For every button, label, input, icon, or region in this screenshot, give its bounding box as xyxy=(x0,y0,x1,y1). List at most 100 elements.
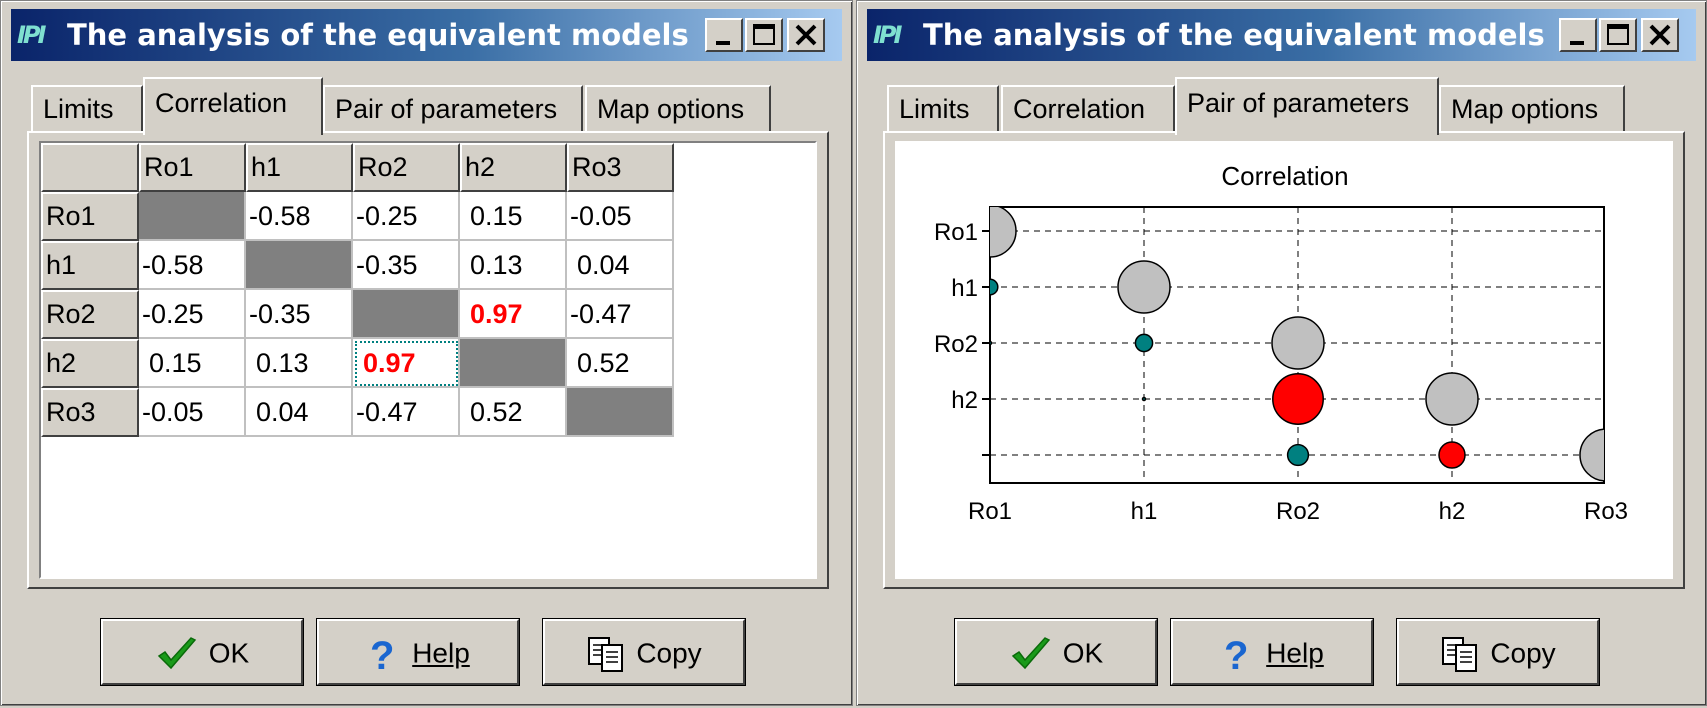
grid-cell[interactable]: -0.05 xyxy=(567,192,674,241)
column-header[interactable]: Ro2 xyxy=(353,143,460,192)
tab-pair-of-parameters[interactable]: Pair of parameters xyxy=(323,85,583,133)
tab-label: Map options xyxy=(597,94,745,124)
grid-cell[interactable]: -0.05 xyxy=(139,388,246,437)
x-tick-label: Ro1 xyxy=(968,498,1012,525)
axis-ticks: Ro1 h1 Ro2 h2 Ro3 Ro1 h1 Ro2 h2 xyxy=(934,219,1628,525)
minimize-icon xyxy=(1570,41,1584,45)
app-icon: IPI xyxy=(17,21,46,49)
tab-label: Pair of parameters xyxy=(1187,88,1410,118)
correlation-bubble xyxy=(1438,441,1466,469)
grid-cell[interactable]: 0.04 xyxy=(567,241,674,290)
maximize-icon xyxy=(1607,24,1629,45)
ok-button[interactable]: OK xyxy=(955,619,1157,685)
checkmark-icon xyxy=(157,636,196,669)
help-button[interactable]: ? Help xyxy=(1171,619,1373,685)
row-header[interactable]: Ro2 xyxy=(41,290,139,339)
diagonal-cell xyxy=(353,290,460,339)
row-header[interactable]: h1 xyxy=(41,241,139,290)
grid-cell[interactable]: 0.13 xyxy=(460,241,567,290)
grid-cell[interactable]: 0.52 xyxy=(567,339,674,388)
copy-icon xyxy=(588,636,624,672)
question-mark-icon: ? xyxy=(370,634,394,675)
maximize-button[interactable] xyxy=(1599,18,1637,52)
correlation-bubble xyxy=(1271,316,1325,370)
tab-label: Correlation xyxy=(1013,94,1146,124)
tab-label: Correlation xyxy=(155,88,288,118)
column-header[interactable]: h2 xyxy=(460,143,567,192)
row-header[interactable]: Ro1 xyxy=(41,192,139,241)
minimize-button[interactable] xyxy=(1559,18,1597,52)
close-button[interactable] xyxy=(787,18,825,52)
grid-cell[interactable]: 0.04 xyxy=(246,388,353,437)
tab-limits[interactable]: Limits xyxy=(887,85,999,133)
grid-cell[interactable]: -0.58 xyxy=(139,241,246,290)
checkmark-icon xyxy=(1011,636,1050,669)
column-header[interactable]: h1 xyxy=(246,143,353,192)
row-header[interactable]: h2 xyxy=(41,339,139,388)
title-bar[interactable]: IPI The analysis of the equivalent model… xyxy=(11,9,842,61)
grid-cell[interactable]: 0.15 xyxy=(460,192,567,241)
tab-label: Limits xyxy=(899,94,970,124)
help-button[interactable]: ? Help xyxy=(317,619,519,685)
grid-cell[interactable]: 0.15 xyxy=(139,339,246,388)
help-label: Help xyxy=(412,637,470,669)
correlation-grid[interactable]: Ro1 h1 Ro2 h2 Ro3 Ro1 -0.58 -0.25 0.15 -… xyxy=(39,141,817,579)
tab-correlation[interactable]: Correlation xyxy=(143,77,323,135)
copy-button[interactable]: Copy xyxy=(543,619,745,685)
row-header[interactable]: Ro3 xyxy=(41,388,139,437)
tab-limits[interactable]: Limits xyxy=(31,85,143,133)
tab-panel: Correlation Ro1 h1 Ro2 h2 Ro3 Ro1 h1 Ro2 h2 xyxy=(883,131,1685,589)
ok-label: OK xyxy=(208,637,250,669)
x-tick-label: h2 xyxy=(1439,498,1466,525)
maximize-button[interactable] xyxy=(745,18,783,52)
grid-cell[interactable]: -0.25 xyxy=(139,290,246,339)
ok-button[interactable]: OK xyxy=(101,619,303,685)
correlation-bubble xyxy=(1272,373,1324,425)
minimize-button[interactable] xyxy=(705,18,743,52)
copy-button[interactable]: Copy xyxy=(1397,619,1599,685)
x-tick-label: Ro2 xyxy=(1276,498,1320,525)
grid-cell[interactable]: -0.47 xyxy=(353,388,460,437)
tab-map-options[interactable]: Map options xyxy=(1439,85,1625,133)
help-label: Help xyxy=(1266,637,1324,669)
grid-cell[interactable]: 0.13 xyxy=(246,339,353,388)
grid-cell[interactable]: 0.52 xyxy=(460,388,567,437)
tab-correlation[interactable]: Correlation xyxy=(1001,85,1175,133)
question-mark-icon: ? xyxy=(1224,634,1248,675)
copy-label: Copy xyxy=(1490,637,1556,669)
title-bar[interactable]: IPI The analysis of the equivalent model… xyxy=(867,9,1696,61)
y-tick-label: h1 xyxy=(951,275,978,302)
grid-cell[interactable]: -0.35 xyxy=(246,290,353,339)
column-header[interactable]: Ro1 xyxy=(139,143,246,192)
close-button[interactable] xyxy=(1641,18,1679,52)
copy-label: Copy xyxy=(636,637,702,669)
grid-cell-highlighted[interactable]: 0.97 xyxy=(460,290,567,339)
svg-text:?: ? xyxy=(1224,634,1248,675)
window-title: The analysis of the equivalent models xyxy=(923,18,1545,52)
y-tick-label: Ro1 xyxy=(934,219,978,246)
grid-cell[interactable]: -0.35 xyxy=(353,241,460,290)
app-icon: IPI xyxy=(873,21,902,49)
tab-map-options[interactable]: Map options xyxy=(585,85,771,133)
correlation-chart: Correlation Ro1 h1 Ro2 h2 Ro3 Ro1 h1 Ro2 h2 xyxy=(934,161,1628,525)
correlation-bubble xyxy=(1425,372,1479,426)
correlation-bubble xyxy=(1117,260,1171,314)
column-header[interactable]: Ro3 xyxy=(567,143,674,192)
grid-corner xyxy=(41,143,139,192)
copy-icon xyxy=(1442,636,1478,672)
correlation-bubble xyxy=(1134,333,1154,353)
grid-cell-focused[interactable]: 0.97 xyxy=(353,339,460,388)
ok-label: OK xyxy=(1062,637,1104,669)
pair-of-parameters-window: IPI The analysis of the equivalent model… xyxy=(856,0,1707,706)
close-icon xyxy=(795,24,817,46)
grid-cell[interactable]: -0.25 xyxy=(353,192,460,241)
diagonal-cell xyxy=(246,241,353,290)
grid-cell[interactable]: -0.58 xyxy=(246,192,353,241)
diagonal-cell xyxy=(567,388,674,437)
tab-pair-of-parameters[interactable]: Pair of parameters xyxy=(1175,77,1439,135)
y-tick-label: Ro2 xyxy=(934,331,978,358)
correlation-bubble xyxy=(1141,396,1147,402)
tab-label: Pair of parameters xyxy=(335,94,558,124)
window-title: The analysis of the equivalent models xyxy=(67,18,689,52)
grid-cell[interactable]: -0.47 xyxy=(567,290,674,339)
